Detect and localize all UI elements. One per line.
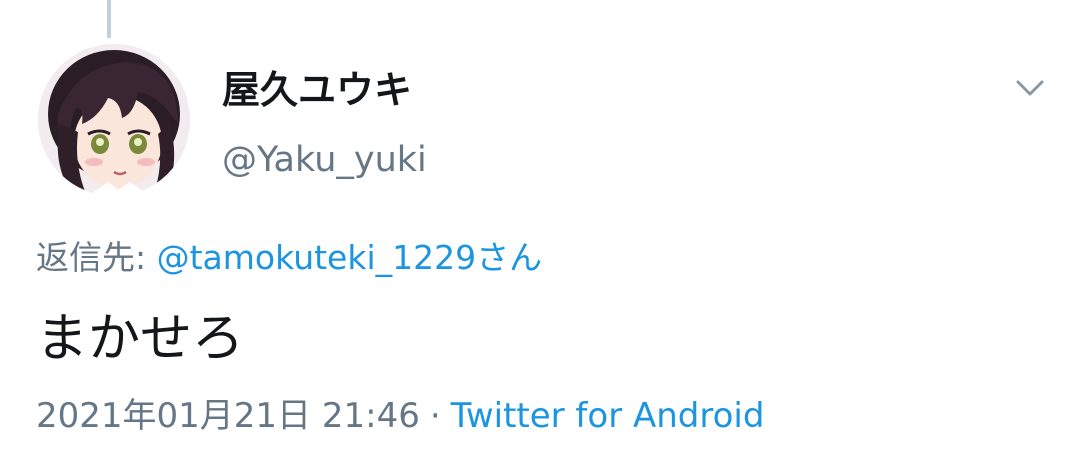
author-handle[interactable]: @Yaku_yuki (222, 136, 427, 184)
tweet-menu-button[interactable] (1010, 74, 1050, 104)
tweet-card: 屋久ユウキ @Yaku_yuki 返信先: @tamokuteki_1229さん… (0, 0, 1080, 474)
author-display-name[interactable]: 屋久ユウキ (222, 64, 412, 116)
tweet-meta: 2021年01月21日 21:46 · Twitter for Android (36, 392, 764, 440)
thread-connector-line (107, 0, 111, 38)
meta-separator: · (429, 396, 441, 436)
tweet-timestamp[interactable]: 2021年01月21日 21:46 (36, 396, 420, 436)
tweet-text: まかせろ (36, 309, 245, 369)
reply-context: 返信先: @tamokuteki_1229さん (36, 234, 542, 282)
avatar-anime-girl-icon (38, 44, 190, 196)
reply-mention-link[interactable]: @tamokuteki_1229さん (157, 238, 543, 277)
reply-prefix: 返信先: (36, 238, 157, 277)
chevron-down-icon (1016, 80, 1044, 96)
tweet-source-link[interactable]: Twitter for Android (451, 396, 765, 436)
avatar[interactable] (38, 44, 190, 196)
